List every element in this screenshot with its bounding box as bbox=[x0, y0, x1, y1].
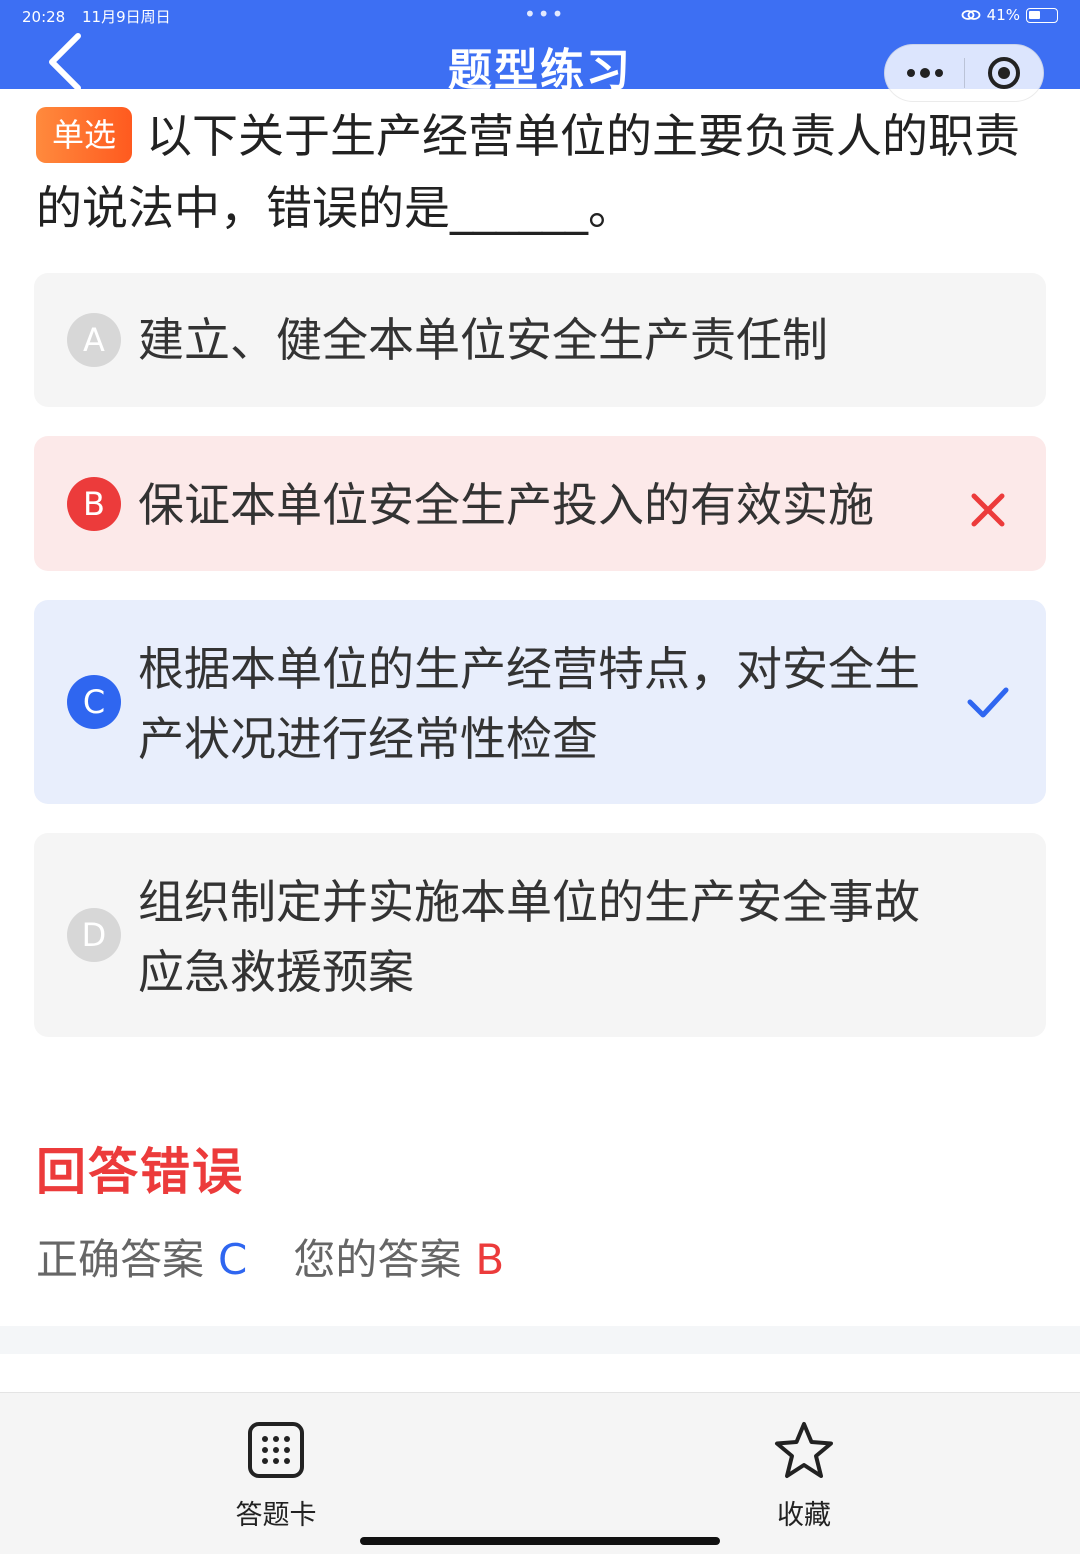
more-button[interactable] bbox=[885, 45, 964, 101]
answer-card-button[interactable]: 答题卡 bbox=[206, 1421, 346, 1532]
grid-icon bbox=[248, 1422, 304, 1478]
status-time: 20:28 bbox=[22, 8, 66, 26]
battery-level bbox=[1029, 10, 1040, 19]
favorite-label: 收藏 bbox=[777, 1500, 831, 1531]
option-c[interactable]: C 根据本单位的生产经营特点，对安全生产状况进行经常性检查 bbox=[34, 600, 1046, 804]
option-text: 保证本单位安全生产投入的有效实施 bbox=[138, 478, 874, 532]
answer-card-label: 答题卡 bbox=[235, 1500, 317, 1531]
option-a[interactable]: A 建立、健全本单位安全生产责任制 bbox=[34, 273, 1046, 407]
option-text: 根据本单位的生产经营特点，对安全生产状况进行经常性检查 bbox=[138, 642, 920, 766]
question-type-badge: 单选 bbox=[36, 107, 133, 163]
question-text: 以下关于生产经营单位的主要负责人的职责的说法中，错误的是______。 bbox=[36, 109, 1021, 235]
option-d[interactable]: D 组织制定并实施本单位的生产安全事故应急救援预案 bbox=[34, 833, 1046, 1037]
battery-icon bbox=[1026, 7, 1058, 23]
home-indicator[interactable] bbox=[360, 1537, 720, 1545]
more-dot-icon bbox=[934, 69, 943, 77]
multitask-dots-icon[interactable]: ••• bbox=[524, 2, 565, 26]
question-stem: 单选 以下关于生产经营单位的主要负责人的职责的说法中，错误的是______。 bbox=[36, 100, 1048, 244]
star-icon bbox=[775, 1422, 833, 1478]
option-letter: B bbox=[67, 477, 121, 531]
option-text: 组织制定并实施本单位的生产安全事故应急救援预案 bbox=[138, 875, 920, 999]
correct-check-icon bbox=[967, 687, 1009, 718]
option-letter: C bbox=[67, 675, 121, 729]
correct-answer-value: C bbox=[218, 1235, 248, 1284]
more-dot-icon bbox=[906, 69, 915, 77]
option-letter: A bbox=[67, 313, 121, 367]
more-dot-icon bbox=[919, 68, 930, 78]
bottom-toolbar: 答题卡 收藏 bbox=[0, 1392, 1080, 1554]
battery-percent: 41% bbox=[986, 6, 1020, 24]
close-miniapp-button[interactable] bbox=[965, 45, 1043, 101]
link-icon bbox=[961, 10, 981, 20]
section-divider bbox=[0, 1326, 1080, 1354]
answer-summary: 正确答案 C 您的答案 B bbox=[36, 1226, 504, 1287]
your-answer-value: B bbox=[475, 1235, 505, 1284]
target-icon bbox=[987, 57, 1020, 89]
favorite-button[interactable]: 收藏 bbox=[734, 1421, 874, 1532]
option-b[interactable]: B 保证本单位安全生产投入的有效实施 bbox=[34, 436, 1046, 571]
wrong-cross-icon bbox=[971, 493, 1005, 527]
option-letter: D bbox=[67, 908, 121, 962]
result-title: 回答错误 bbox=[36, 1143, 244, 1201]
status-date: 11月9日周日 bbox=[82, 8, 171, 26]
status-right: 41% bbox=[961, 6, 1058, 24]
status-bar: 20:28 11月9日周日 bbox=[22, 6, 183, 27]
correct-answer-label: 正确答案 bbox=[36, 1235, 205, 1284]
miniapp-capsule bbox=[884, 44, 1044, 102]
option-text: 建立、健全本单位安全生产责任制 bbox=[138, 313, 828, 367]
your-answer-label: 您的答案 bbox=[293, 1235, 462, 1284]
